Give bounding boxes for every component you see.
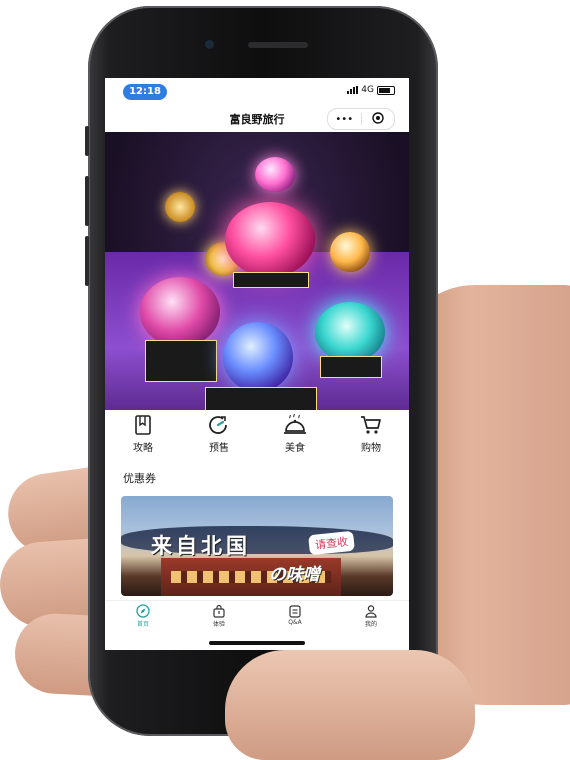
hand-thumb [225, 650, 475, 760]
status-time: 12:18 [123, 84, 167, 100]
home-indicator[interactable] [209, 641, 305, 645]
banner-main-text: 来自北国 [151, 534, 251, 558]
cart-icon [361, 416, 381, 434]
status-network: 4G [347, 85, 395, 95]
tab-label: 我的 [364, 621, 377, 628]
quick-menu-guide[interactable]: 攻略 [105, 410, 181, 460]
network-type: 4G [361, 85, 374, 95]
status-bar: 12:18 4G [105, 78, 409, 104]
qa-card-icon [289, 605, 301, 618]
bag-icon [213, 604, 225, 618]
quick-menu-shopping[interactable]: 购物 [333, 410, 409, 460]
quick-menu: 攻略 预售 美食 购物 [105, 410, 409, 460]
tab-label: 体验 [212, 621, 225, 628]
hero-image[interactable] [105, 132, 409, 410]
signal-icon [347, 86, 359, 94]
tab-label: 首页 [136, 621, 149, 628]
phone-volume-up [85, 176, 89, 226]
phone-screen: 12:18 4G 富良野旅行 ••• 攻略 预售 美食 购物 优惠券 来自北国 … [105, 78, 409, 650]
quick-menu-label: 购物 [361, 443, 381, 454]
pedestal [205, 387, 317, 410]
banner-sub-text: の味噌 [269, 565, 320, 585]
compass-icon [136, 604, 150, 618]
lantern [140, 277, 220, 347]
quick-menu-presale[interactable]: 预售 [181, 410, 257, 460]
tab-label: Q&A [288, 619, 302, 626]
pedestal [233, 272, 309, 288]
tab-bar: 首页 体验 Q&A 我的 [105, 600, 409, 633]
person-icon [365, 605, 377, 618]
target-circle-icon[interactable] [362, 111, 395, 127]
book-icon [135, 415, 151, 435]
tab-mine[interactable]: 我的 [333, 601, 409, 633]
tab-experience[interactable]: 体验 [181, 601, 257, 633]
pedestal [320, 356, 382, 378]
quick-menu-food[interactable]: 美食 [257, 410, 333, 460]
phone-speaker [248, 42, 308, 48]
lantern [315, 302, 385, 362]
more-dots-icon[interactable]: ••• [328, 114, 361, 125]
phone-volume-down [85, 236, 89, 286]
lantern [223, 322, 293, 392]
quick-menu-label: 攻略 [133, 443, 153, 454]
refresh-clock-icon [209, 416, 227, 434]
lantern [225, 202, 315, 277]
quick-menu-label: 预售 [209, 443, 229, 454]
tab-qa[interactable]: Q&A [257, 601, 333, 633]
coupon-section-title: 优惠券 [123, 472, 156, 485]
lantern [165, 192, 195, 222]
tab-home[interactable]: 首页 [105, 601, 181, 633]
mini-program-navbar: 富良野旅行 ••• [105, 104, 409, 132]
coupon-banner[interactable]: 来自北国 请查收 の味噌 [121, 496, 393, 596]
phone-mute-switch [85, 126, 89, 156]
food-cloche-icon [284, 414, 306, 434]
mini-program-capsule: ••• [327, 108, 395, 130]
quick-menu-label: 美食 [285, 443, 305, 454]
phone-camera [205, 40, 214, 49]
lantern [330, 232, 370, 272]
battery-icon [377, 85, 395, 95]
lantern [255, 157, 295, 192]
pedestal [145, 340, 217, 382]
